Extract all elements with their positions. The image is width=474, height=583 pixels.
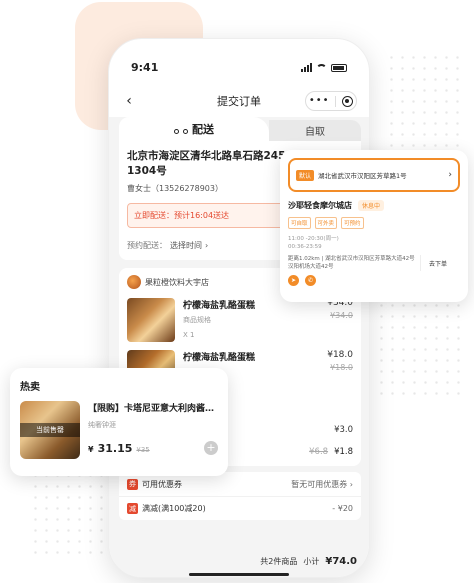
store-name: 沙耶轻食摩尔城店 [288, 201, 352, 210]
sold-out-label: 当前售罄 [20, 423, 80, 437]
more-icon[interactable]: ••• [309, 96, 330, 106]
schedule-label: 预约配送： [127, 240, 167, 250]
currency-symbol: ¥ [88, 445, 94, 454]
item-old-price: ¥34.0 [330, 311, 353, 320]
hot-item-price: 31.15 [97, 442, 133, 455]
item-prices: ¥18.0 ¥18.0 [327, 350, 353, 372]
hot-sale-card: 热卖 当前售罄 【限购】卡塔尼亚意大利肉酱… 纯奢钟涯 ¥ 31.15 ¥35 … [10, 368, 228, 476]
phone-frame: 9:41 ‹ 提交订单 ••• 配送 自取 北京市海淀区清华北路阜石路245 1… [108, 38, 370, 578]
subtotal-amount: ¥74.0 [325, 556, 357, 567]
hot-item-name: 【限购】卡塔尼亚意大利肉酱… [88, 404, 215, 414]
signal-icon [301, 63, 312, 72]
store-address-bar[interactable]: 默认 湖北省武汉市汉阳区芳草路1号 › [288, 158, 460, 192]
discount-value: - ¥20 [332, 504, 353, 513]
store-select-card: 默认 湖北省武汉市汉阳区芳草路1号 › 沙耶轻食摩尔城店 休息中 可自取 可外卖… [280, 150, 468, 302]
tab-delivery-label: 配送 [192, 123, 214, 136]
store-hours-line: 11:00 -20:30(周一) [288, 236, 339, 242]
product-image: 当前售罄 [20, 401, 80, 459]
screen: 9:41 ‹ 提交订单 ••• 配送 自取 北京市海淀区清华北路阜石路245 1… [0, 0, 474, 583]
product-image [127, 298, 175, 342]
delivery-fee-new: ¥1.8 [334, 447, 353, 457]
nav-bar: ‹ 提交订单 ••• [109, 85, 369, 117]
delivery-tabs: 配送 自取 [119, 117, 361, 141]
store-hours: 11:00 -20:30(周一) 00:36-23:59 [288, 235, 460, 251]
coupon-value: 暂无可用优惠券 › [291, 479, 353, 490]
store-distance-row: 距离1.02km | 湖北省武汉市汉阳区芳草路大道42号汉阳机场大道42号 去下… [288, 255, 460, 271]
store-card-address: 湖北省武汉市汉阳区芳草路1号 [318, 172, 407, 180]
chevron-right-icon: › [349, 479, 353, 489]
hot-price-row: ¥ 31.15 ¥35 [88, 442, 150, 455]
discount-icon: 减 [127, 503, 138, 514]
delivery-fee-old: ¥6.8 [309, 447, 329, 457]
store-distance: 距离1.02km | 湖北省武汉市汉阳区芳草路大道42号汉阳机场大道42号 [288, 256, 415, 270]
store-tag: 可预约 [341, 217, 364, 229]
close-target-icon[interactable] [342, 95, 354, 107]
store-tag: 可自取 [288, 217, 311, 229]
coupon-label: 可用优惠券 [142, 479, 182, 489]
store-hours-line: 00:36-23:59 [288, 244, 322, 250]
item-qty: X 1 [183, 331, 195, 339]
back-icon[interactable]: ‹ [121, 93, 137, 109]
discount-row: 减 满减(满100减20) - ¥20 [119, 496, 361, 520]
capsule-divider [335, 95, 337, 107]
hot-sale-title: 热卖 [20, 382, 40, 393]
go-order-button[interactable]: 去下单 [420, 255, 460, 271]
store-tag: 可外卖 [314, 217, 338, 229]
hot-sale-item[interactable]: 当前售罄 【限购】卡塔尼亚意大利肉酱… 纯奢钟涯 ¥ 31.15 ¥35 + [20, 401, 218, 459]
hot-item-sub: 纯奢钟涯 [88, 421, 116, 429]
hot-item-old-price: ¥35 [136, 446, 150, 454]
mini-program-capsule: ••• [305, 91, 357, 111]
dot-pattern [376, 300, 466, 400]
scooter-icon [174, 124, 188, 134]
store-actions: ➤ ✆ [288, 275, 460, 286]
page-title: 提交订单 [217, 95, 261, 108]
shop-name: 果粒橙饮料大宇店 [145, 277, 209, 287]
status-badge: 休息中 [358, 200, 385, 211]
chevron-right-icon: › [448, 170, 452, 180]
coupon-card: 券 可用优惠券 暂无可用优惠券 › 减 满减(满100减20) - ¥20 [119, 472, 361, 520]
tab-pickup[interactable]: 自取 [269, 120, 361, 141]
add-to-cart-button[interactable]: + [204, 441, 218, 455]
phone-icon[interactable]: ✆ [305, 275, 316, 286]
total-bar: 共2件商品 小计 ¥74.0 [109, 556, 369, 567]
wifi-icon [316, 63, 327, 72]
list-item: 柠檬海盐乳酪蛋糕 商品规格 X 1 ¥34.0 ¥34.0 [127, 298, 353, 342]
chevron-right-icon: › [205, 240, 209, 250]
default-badge: 默认 [296, 169, 315, 181]
status-time: 9:41 [131, 61, 159, 74]
tab-delivery[interactable]: 配送 [119, 117, 269, 141]
battery-icon [331, 63, 347, 72]
discount-label: 满减(满100减20) [142, 504, 206, 513]
hot-item-info: 【限购】卡塔尼亚意大利肉酱… 纯奢钟涯 ¥ 31.15 ¥35 + [88, 401, 218, 459]
coupon-status: 暂无可用优惠券 [291, 479, 348, 489]
schedule-value: 选择时间 [170, 240, 202, 250]
item-count: 共2件商品 [260, 557, 298, 566]
shop-avatar [127, 275, 141, 289]
home-indicator [189, 573, 289, 576]
status-bar: 9:41 [109, 39, 369, 85]
item-old-price: ¥18.0 [330, 363, 353, 372]
store-tags: 可自取 可外卖 可预约 [288, 217, 460, 229]
status-icons [301, 63, 347, 72]
store-header: 沙耶轻食摩尔城店 休息中 [288, 200, 460, 211]
subtotal-label: 小计 [303, 557, 320, 566]
coupon-icon: 券 [127, 478, 138, 490]
navigate-icon[interactable]: ➤ [288, 275, 299, 286]
item-price: ¥18.0 [327, 350, 353, 360]
